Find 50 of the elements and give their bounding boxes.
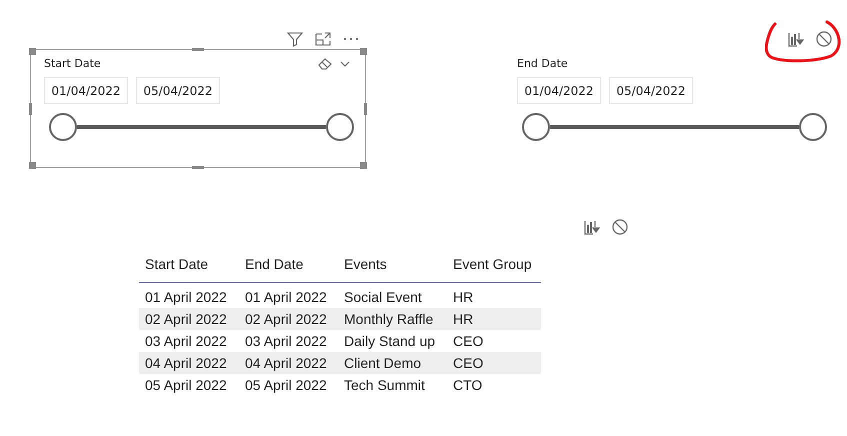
table-cell-text: 05 April 2022 bbox=[144, 376, 228, 395]
table-cell-text: 02 April 2022 bbox=[244, 310, 328, 329]
table-cell-text: 01 April 2022 bbox=[244, 288, 328, 307]
table-cell-text: 03 April 2022 bbox=[244, 332, 328, 351]
table-cell-text: Daily Stand up bbox=[343, 332, 436, 351]
table-cell-text: Tech Summit bbox=[343, 376, 426, 394]
resize-handle[interactable] bbox=[364, 103, 367, 115]
slicer-title: Start Date bbox=[44, 56, 101, 72]
resize-handle[interactable] bbox=[360, 48, 367, 55]
column-header[interactable]: Event Group bbox=[447, 254, 541, 274]
table-cell-text: 04 April 2022 bbox=[144, 354, 228, 373]
resize-handle[interactable] bbox=[192, 166, 204, 169]
resize-handle[interactable] bbox=[192, 48, 204, 51]
table-cell-text: Social Event bbox=[343, 288, 423, 306]
slicer-title: End Date bbox=[517, 56, 568, 72]
table-cell-text: 05 April 2022 bbox=[244, 376, 328, 395]
no-entry-icon[interactable] bbox=[815, 30, 833, 48]
table-cell-text: 04 April 2022 bbox=[244, 354, 328, 373]
slider-thumb[interactable] bbox=[799, 113, 827, 141]
table-cell-text: HR bbox=[452, 288, 474, 306]
column-header[interactable]: End Date bbox=[239, 254, 338, 274]
filter-icon[interactable] bbox=[286, 30, 304, 48]
date-input-field[interactable]: 01/04/2022 bbox=[517, 77, 601, 104]
date-input-field[interactable]: 05/04/2022 bbox=[136, 77, 220, 104]
table-cell-text: 01 April 2022 bbox=[144, 288, 228, 307]
chevron-down-icon[interactable] bbox=[340, 61, 350, 67]
slider-thumb[interactable] bbox=[49, 113, 77, 141]
table-cell-text: CTO bbox=[452, 376, 484, 394]
resize-handle[interactable] bbox=[29, 103, 32, 115]
slider-thumb[interactable] bbox=[522, 113, 550, 141]
date-input-field[interactable]: 01/04/2022 bbox=[44, 77, 128, 104]
date-input-field[interactable]: 05/04/2022 bbox=[609, 77, 693, 104]
eraser-icon[interactable] bbox=[318, 58, 332, 70]
table-cell-text: Client Demo bbox=[343, 354, 422, 372]
table-cell-text: 02 April 2022 bbox=[144, 310, 228, 329]
column-header[interactable]: Events bbox=[338, 254, 447, 274]
resize-handle[interactable] bbox=[360, 162, 367, 169]
table-cell-text: CEO bbox=[452, 354, 484, 372]
table-cell-text: CEO bbox=[452, 332, 484, 350]
slider-thumb[interactable] bbox=[326, 113, 354, 141]
resize-handle[interactable] bbox=[29, 162, 36, 169]
table-cell-text: Monthly Raffle bbox=[343, 310, 434, 329]
resize-handle[interactable] bbox=[29, 48, 36, 55]
bar-chart-filter-icon[interactable] bbox=[787, 30, 805, 48]
bar-chart-filter-icon[interactable] bbox=[583, 218, 601, 236]
column-header[interactable]: Start Date bbox=[139, 254, 239, 274]
table-cell-text: HR bbox=[452, 310, 474, 328]
no-entry-icon[interactable] bbox=[611, 218, 629, 236]
table-cell-text: 03 April 2022 bbox=[144, 332, 228, 351]
focus-mode-icon[interactable] bbox=[314, 30, 332, 48]
